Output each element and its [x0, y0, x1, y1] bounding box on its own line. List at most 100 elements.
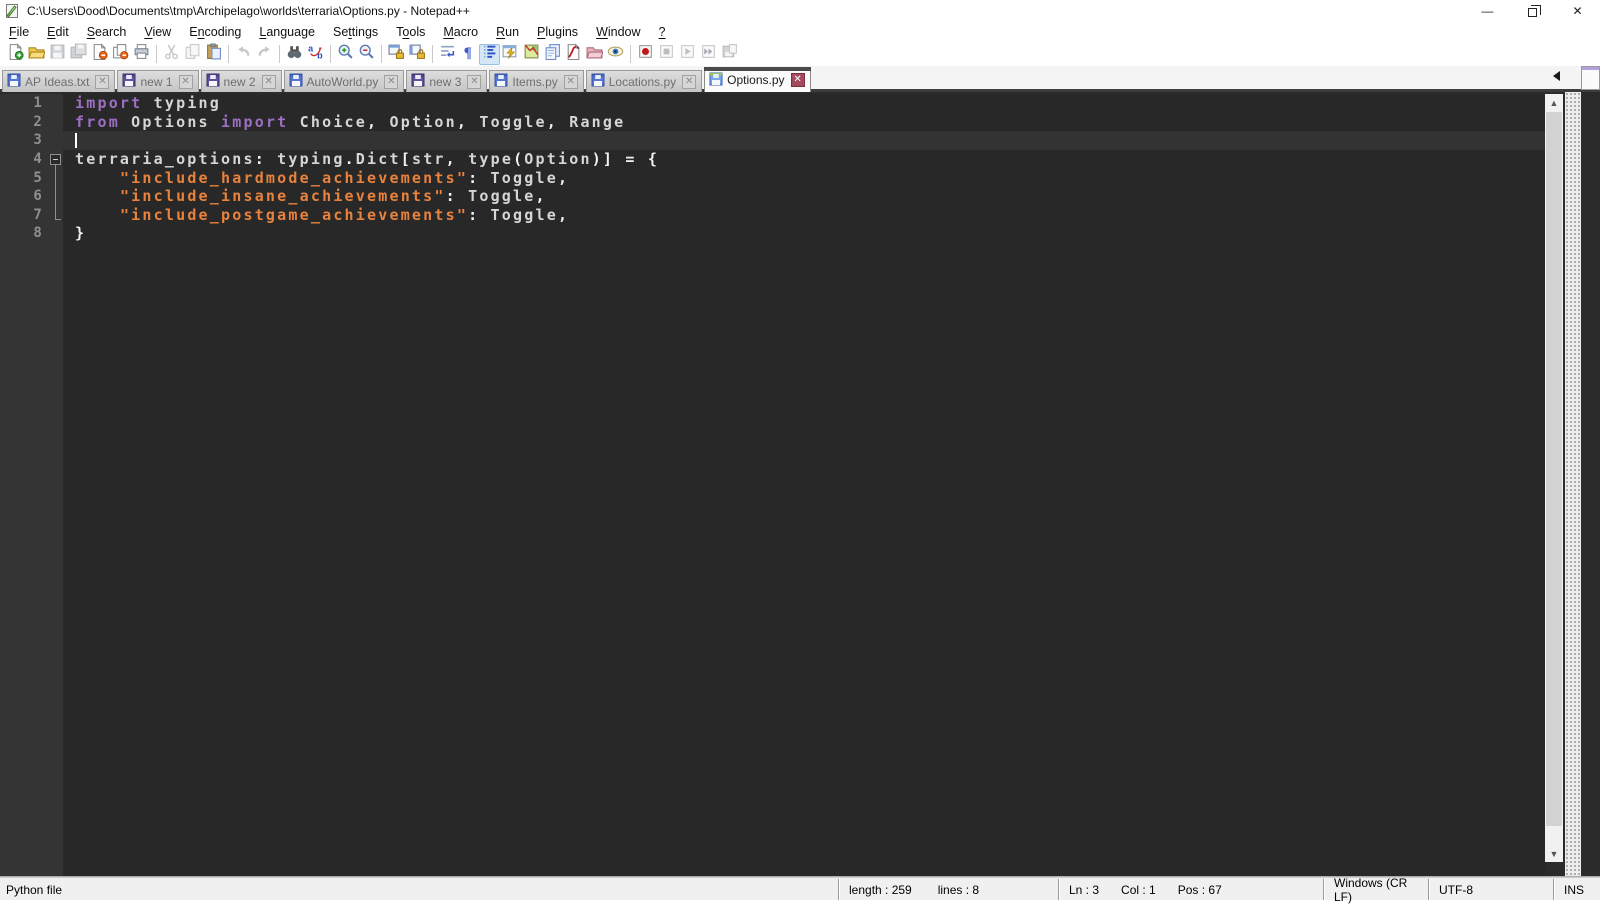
tab-close-icon[interactable]: ✕	[790, 73, 805, 87]
fold-collapse-icon[interactable]	[50, 153, 61, 165]
operator-token: =	[625, 149, 637, 168]
menu-item-settings[interactable]: Settings	[324, 23, 387, 41]
close-button[interactable]: ✕	[1555, 0, 1600, 22]
menu-item-window[interactable]: Window	[587, 23, 649, 41]
tab-options.py[interactable]: Options.py ✕	[704, 67, 811, 92]
tab-close-icon[interactable]: ✕	[563, 74, 578, 89]
open-file-button[interactable]	[26, 44, 47, 65]
close-file-button[interactable]	[89, 43, 110, 65]
menu-item-view[interactable]: View	[135, 23, 180, 41]
new-file-icon	[7, 43, 24, 65]
macro-record-button[interactable]	[635, 44, 656, 65]
tab-close-icon[interactable]: ✕	[682, 74, 697, 89]
tab-close-icon[interactable]: ✕	[261, 74, 276, 89]
macro-play-button[interactable]	[677, 44, 698, 65]
folder-as-workspace-button[interactable]	[584, 44, 605, 65]
menu-item-run[interactable]: Run	[487, 23, 528, 41]
monitoring-button[interactable]	[605, 44, 626, 65]
show-indent-guide-button[interactable]	[479, 43, 500, 65]
toolbar-separator	[228, 45, 229, 63]
print-button[interactable]	[131, 44, 152, 65]
code-text-area[interactable]: import typing from Options import Choice,…	[63, 94, 1545, 876]
code-editor[interactable]: 12345678 import typing from Options impor…	[0, 94, 1545, 876]
paste-button[interactable]	[203, 43, 224, 65]
minimize-button[interactable]: —	[1465, 0, 1510, 22]
tab-autoworld.py[interactable]: AutoWorld.py ✕	[283, 70, 405, 92]
macro-save-icon	[721, 43, 738, 65]
copy-icon	[184, 43, 201, 65]
tab-items.py[interactable]: Items.py ✕	[489, 70, 584, 92]
menu-item-search[interactable]: Search	[78, 23, 136, 41]
function-list-button[interactable]	[563, 43, 584, 65]
save-all-button[interactable]	[68, 43, 89, 65]
show-all-characters-button[interactable]: ¶	[458, 44, 479, 65]
operator-token: ,	[367, 112, 379, 131]
code-token: Option	[524, 149, 592, 168]
document-map-button[interactable]	[521, 44, 542, 65]
operator-token: :	[468, 205, 480, 224]
udl-dialog-button[interactable]	[500, 44, 521, 65]
menu-item-macro[interactable]: Macro	[434, 23, 487, 41]
restore-button[interactable]	[1510, 0, 1555, 22]
menu-item-[interactable]: ?	[650, 23, 675, 41]
code-line-5: "include_hardmode_achievements": Toggle,	[63, 169, 1545, 188]
replace-button[interactable]: ab	[305, 44, 326, 65]
menu-item-encoding[interactable]: Encoding	[180, 23, 250, 41]
macro-stop-button[interactable]	[656, 44, 677, 65]
document-list-button[interactable]	[542, 44, 563, 65]
function-list-icon	[565, 43, 582, 65]
line-number-gutter: 1 2 34 5 67 8	[0, 94, 50, 876]
scrollbar-up-icon[interactable]: ▲	[1545, 94, 1563, 111]
tab-close-icon[interactable]: ✕	[178, 74, 193, 89]
redo-button[interactable]	[254, 44, 275, 65]
menu-item-file[interactable]: File	[0, 23, 38, 41]
tab-new-1[interactable]: new 1 ✕	[117, 70, 199, 92]
macro-run-multiple-button[interactable]	[698, 44, 719, 65]
view-splitter[interactable]	[1565, 92, 1581, 876]
tab-ap-ideas.txt[interactable]: AP Ideas.txt ✕	[2, 70, 116, 92]
code-line-1: import typing	[63, 94, 1545, 113]
monitoring-icon	[607, 43, 624, 65]
operator-token: ,	[557, 205, 570, 224]
code-token: terraria_options	[75, 149, 255, 168]
macro-save-button[interactable]	[719, 44, 740, 65]
window-title: C:\Users\Dood\Documents\tmp\Archipelago\…	[27, 4, 470, 18]
scrollbar-down-icon[interactable]: ▼	[1545, 845, 1563, 862]
tab-scroll-left-icon[interactable]	[1553, 71, 1560, 81]
tab-close-icon[interactable]: ✕	[95, 74, 110, 89]
line-number: 4	[33, 150, 44, 167]
menu-item-language[interactable]: Language	[250, 23, 324, 41]
file-saved-icon	[494, 73, 508, 90]
find-button[interactable]	[284, 44, 305, 65]
tab-close-icon[interactable]: ✕	[467, 74, 482, 89]
menu-item-edit[interactable]: Edit	[38, 23, 78, 41]
code-token: Range	[557, 112, 626, 131]
word-wrap-button[interactable]	[437, 44, 458, 65]
save-file-button[interactable]	[47, 44, 68, 65]
tab-close-icon[interactable]: ✕	[384, 74, 399, 89]
line-number: 5	[33, 169, 44, 186]
new-file-button[interactable]	[5, 43, 26, 65]
sync-horizontal-button[interactable]	[407, 44, 428, 65]
code-line-6: "include_insane_achievements": Toggle,	[63, 187, 1545, 206]
tab-locations.py[interactable]: Locations.py ✕	[585, 70, 703, 92]
cut-button[interactable]	[161, 44, 182, 65]
vertical-scrollbar[interactable]: ▲ ▼	[1545, 94, 1563, 862]
line-number: 2	[33, 113, 44, 130]
zoom-in-button[interactable]	[335, 44, 356, 65]
copy-button[interactable]	[182, 44, 203, 65]
undo-button[interactable]	[233, 44, 254, 65]
scrollbar-thumb[interactable]	[1546, 112, 1562, 826]
zoom-out-button[interactable]	[356, 44, 377, 65]
menu-item-tools[interactable]: Tools	[387, 23, 434, 41]
svg-text:¶: ¶	[464, 45, 472, 60]
sync-vertical-button[interactable]	[386, 44, 407, 65]
show-indent-guide-icon	[481, 43, 498, 65]
tab-new-2[interactable]: new 2 ✕	[200, 70, 282, 92]
tab-new-3[interactable]: new 3 ✕	[406, 70, 488, 92]
close-all-button[interactable]	[110, 44, 131, 65]
line-number: 7	[33, 206, 44, 223]
menu-item-plugins[interactable]: Plugins	[528, 23, 587, 41]
cut-icon	[163, 43, 180, 65]
code-token: type	[456, 149, 514, 168]
